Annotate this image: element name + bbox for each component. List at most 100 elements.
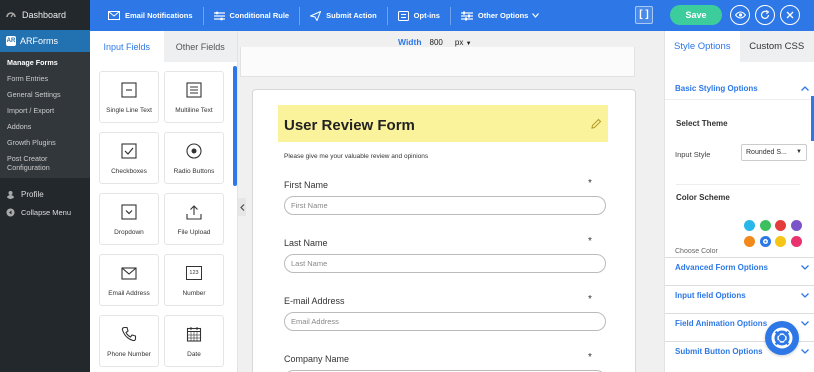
last-name-input[interactable]: Last Name bbox=[284, 254, 606, 273]
close-button[interactable] bbox=[780, 5, 800, 25]
toolbar-divider bbox=[202, 6, 204, 25]
form-description: Please give me your valuable review and … bbox=[284, 153, 429, 160]
input-style-select[interactable]: Rounded S... ▼ bbox=[741, 144, 807, 161]
dashboard-icon bbox=[6, 12, 16, 18]
field-number[interactable]: 123 Number bbox=[164, 254, 224, 306]
field-single-line-text[interactable]: Single Line Text bbox=[99, 71, 159, 123]
advanced-form-options-section[interactable]: Advanced Form Options bbox=[665, 257, 814, 277]
width-unit-value: px bbox=[454, 37, 464, 47]
reset-button[interactable] bbox=[755, 5, 775, 25]
submenu-import-export[interactable]: Import / Export bbox=[0, 102, 90, 118]
first-name-input[interactable]: First Name bbox=[284, 196, 606, 215]
pencil-icon[interactable] bbox=[591, 118, 602, 129]
email-notifications-button[interactable]: Email Notifications bbox=[108, 11, 193, 20]
field-radio-buttons[interactable]: Radio Buttons bbox=[164, 132, 224, 184]
checkbox-icon bbox=[121, 143, 137, 159]
menu-arforms-label: ARForms bbox=[20, 36, 58, 46]
tab-custom-css[interactable]: Custom CSS bbox=[739, 31, 814, 62]
help-button[interactable] bbox=[765, 321, 799, 355]
field-dropdown[interactable]: Dropdown bbox=[99, 193, 159, 245]
form-title-box[interactable]: User Review Form bbox=[278, 105, 608, 142]
field-label-first-name: First Name bbox=[284, 180, 329, 190]
field-multiline-text[interactable]: Multiline Text bbox=[164, 71, 224, 123]
width-control: Width 800 px ▼ bbox=[398, 37, 472, 47]
field-file-upload[interactable]: File Upload bbox=[164, 193, 224, 245]
menu-collapse[interactable]: Collapse Menu bbox=[0, 204, 90, 220]
width-input[interactable]: 800 bbox=[430, 38, 443, 47]
opt-ins-icon bbox=[397, 10, 409, 21]
wp-admin-sidebar: Dashboard AR ARForms Manage Forms Form E… bbox=[0, 0, 90, 372]
color-swatch[interactable] bbox=[790, 220, 802, 231]
menu-profile[interactable]: Profile bbox=[0, 184, 90, 204]
other-options-button[interactable]: Other Options bbox=[460, 11, 540, 21]
submenu-addons[interactable]: Addons bbox=[0, 118, 90, 134]
section-title: Field Animation Options bbox=[675, 319, 768, 328]
input-style-value: Rounded S... bbox=[746, 149, 787, 156]
color-swatch[interactable] bbox=[775, 236, 786, 247]
color-swatch[interactable] bbox=[744, 236, 755, 247]
color-swatch[interactable] bbox=[759, 236, 771, 247]
collapse-icon bbox=[6, 208, 15, 216]
toolbar-divider bbox=[386, 6, 388, 25]
color-swatch[interactable] bbox=[775, 220, 786, 231]
field-phone-number[interactable]: Phone Number bbox=[99, 315, 159, 367]
required-marker: * bbox=[588, 178, 592, 189]
field-label: Multiline Text bbox=[175, 107, 213, 114]
field-panel-scrollbar[interactable] bbox=[233, 66, 237, 186]
field-label: Date bbox=[187, 351, 201, 358]
field-label: Dropdown bbox=[114, 229, 144, 236]
shortcode-button[interactable]: [ ] bbox=[635, 6, 653, 24]
field-date[interactable]: Date bbox=[164, 315, 224, 367]
select-theme-label: Select Theme bbox=[676, 119, 728, 128]
field-label: Single Line Text bbox=[106, 107, 152, 114]
field-email-address[interactable]: Email Address bbox=[99, 254, 159, 306]
opt-ins-label: Opt-ins bbox=[413, 11, 440, 20]
email-icon bbox=[108, 11, 120, 20]
toolbar-divider bbox=[299, 6, 301, 25]
tab-input-fields[interactable]: Input Fields bbox=[90, 31, 164, 62]
field-label: Radio Buttons bbox=[173, 168, 215, 175]
save-button[interactable]: Save bbox=[670, 5, 722, 25]
submenu-form-entries[interactable]: Form Entries bbox=[0, 70, 90, 86]
menu-dashboard[interactable]: Dashboard bbox=[0, 0, 90, 30]
chevron-down-icon bbox=[801, 321, 809, 326]
menu-arforms[interactable]: AR ARForms bbox=[0, 30, 90, 52]
canvas-header bbox=[240, 47, 635, 77]
field-label: File Upload bbox=[177, 229, 211, 236]
collapse-panel-toggle[interactable] bbox=[238, 198, 246, 216]
width-unit-select[interactable]: px ▼ bbox=[455, 38, 472, 47]
submenu-growth-plugins[interactable]: Growth Plugins bbox=[0, 134, 90, 150]
field-checkboxes[interactable]: Checkboxes bbox=[99, 132, 159, 184]
tab-other-fields[interactable]: Other Fields bbox=[163, 31, 237, 62]
email-notifications-label: Email Notifications bbox=[125, 11, 193, 20]
chevron-down-icon bbox=[801, 265, 809, 270]
field-panel: Input Fields Other Fields Single Line Te… bbox=[90, 31, 238, 372]
form-canvas: Width 800 px ▼ User Review Form Please g… bbox=[240, 31, 664, 372]
email-input[interactable]: Email Address bbox=[284, 312, 606, 331]
tab-style-options[interactable]: Style Options bbox=[665, 31, 740, 62]
color-swatch[interactable] bbox=[744, 220, 755, 231]
field-label: Checkboxes bbox=[111, 168, 147, 175]
color-swatch[interactable] bbox=[790, 236, 802, 247]
submit-action-button[interactable]: Submit Action bbox=[310, 10, 377, 21]
phone-icon bbox=[121, 326, 137, 342]
opt-ins-button[interactable]: Opt-ins bbox=[397, 10, 440, 21]
field-label-last-name: Last Name bbox=[284, 238, 328, 248]
dropdown-icon bbox=[121, 204, 137, 220]
basic-styling-section[interactable]: Basic Styling Options bbox=[665, 78, 814, 100]
upload-icon bbox=[186, 205, 202, 220]
input-style-label: Input Style bbox=[675, 150, 711, 159]
chevron-left-icon bbox=[239, 204, 244, 211]
field-tabs: Input Fields Other Fields bbox=[90, 31, 237, 62]
conditional-rule-button[interactable]: Conditional Rule bbox=[213, 11, 289, 21]
submenu-post-creator[interactable]: Post Creator Configuration bbox=[0, 150, 90, 175]
multiline-text-icon bbox=[186, 82, 202, 98]
close-icon bbox=[786, 11, 794, 19]
color-swatch[interactable] bbox=[759, 220, 771, 231]
lifebuoy-icon bbox=[771, 327, 793, 349]
input-field-options-section[interactable]: Input field Options bbox=[665, 285, 814, 305]
required-marker: * bbox=[588, 352, 592, 363]
submenu-manage-forms[interactable]: Manage Forms bbox=[0, 54, 90, 70]
preview-button[interactable] bbox=[730, 5, 750, 25]
submenu-general-settings[interactable]: General Settings bbox=[0, 86, 90, 102]
